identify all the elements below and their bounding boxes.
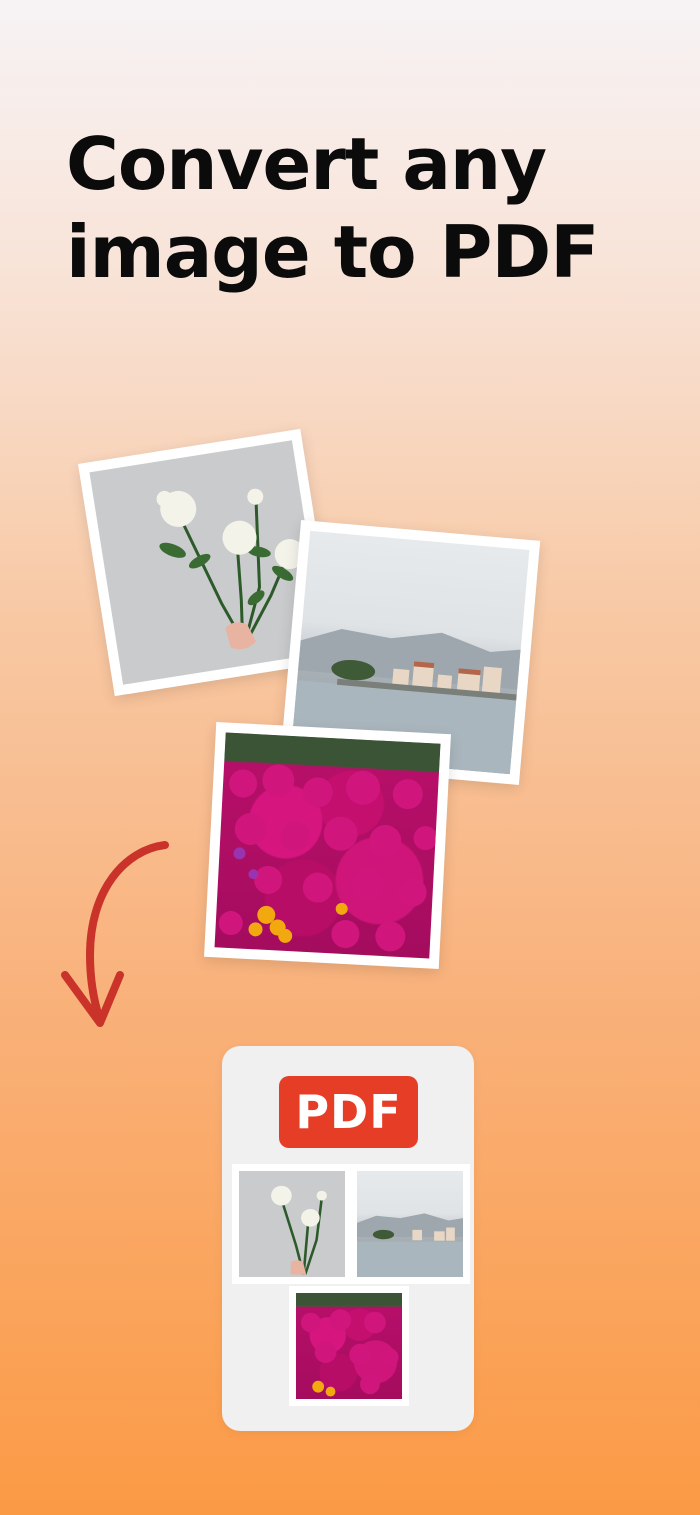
pdf-thumb-flowers [289, 1286, 409, 1406]
magenta-flowers-photo [204, 722, 451, 969]
pdf-thumb-coast [350, 1164, 470, 1284]
flowers-thumb-illustration [296, 1293, 402, 1397]
flowers-illustration [218, 732, 441, 952]
curved-arrow-icon [61, 841, 169, 1027]
headline-line-2: image to PDF [66, 210, 599, 294]
pdf-badge: PDF [279, 1076, 418, 1148]
pdf-document-card: PDF [222, 1046, 474, 1431]
pdf-thumb-roses [232, 1164, 352, 1284]
headline-line-1: Convert any [66, 122, 547, 206]
roses-thumb-illustration [271, 1185, 327, 1275]
headline: Convert any image to PDF [66, 120, 666, 296]
coast-thumb-illustration [357, 1213, 463, 1277]
